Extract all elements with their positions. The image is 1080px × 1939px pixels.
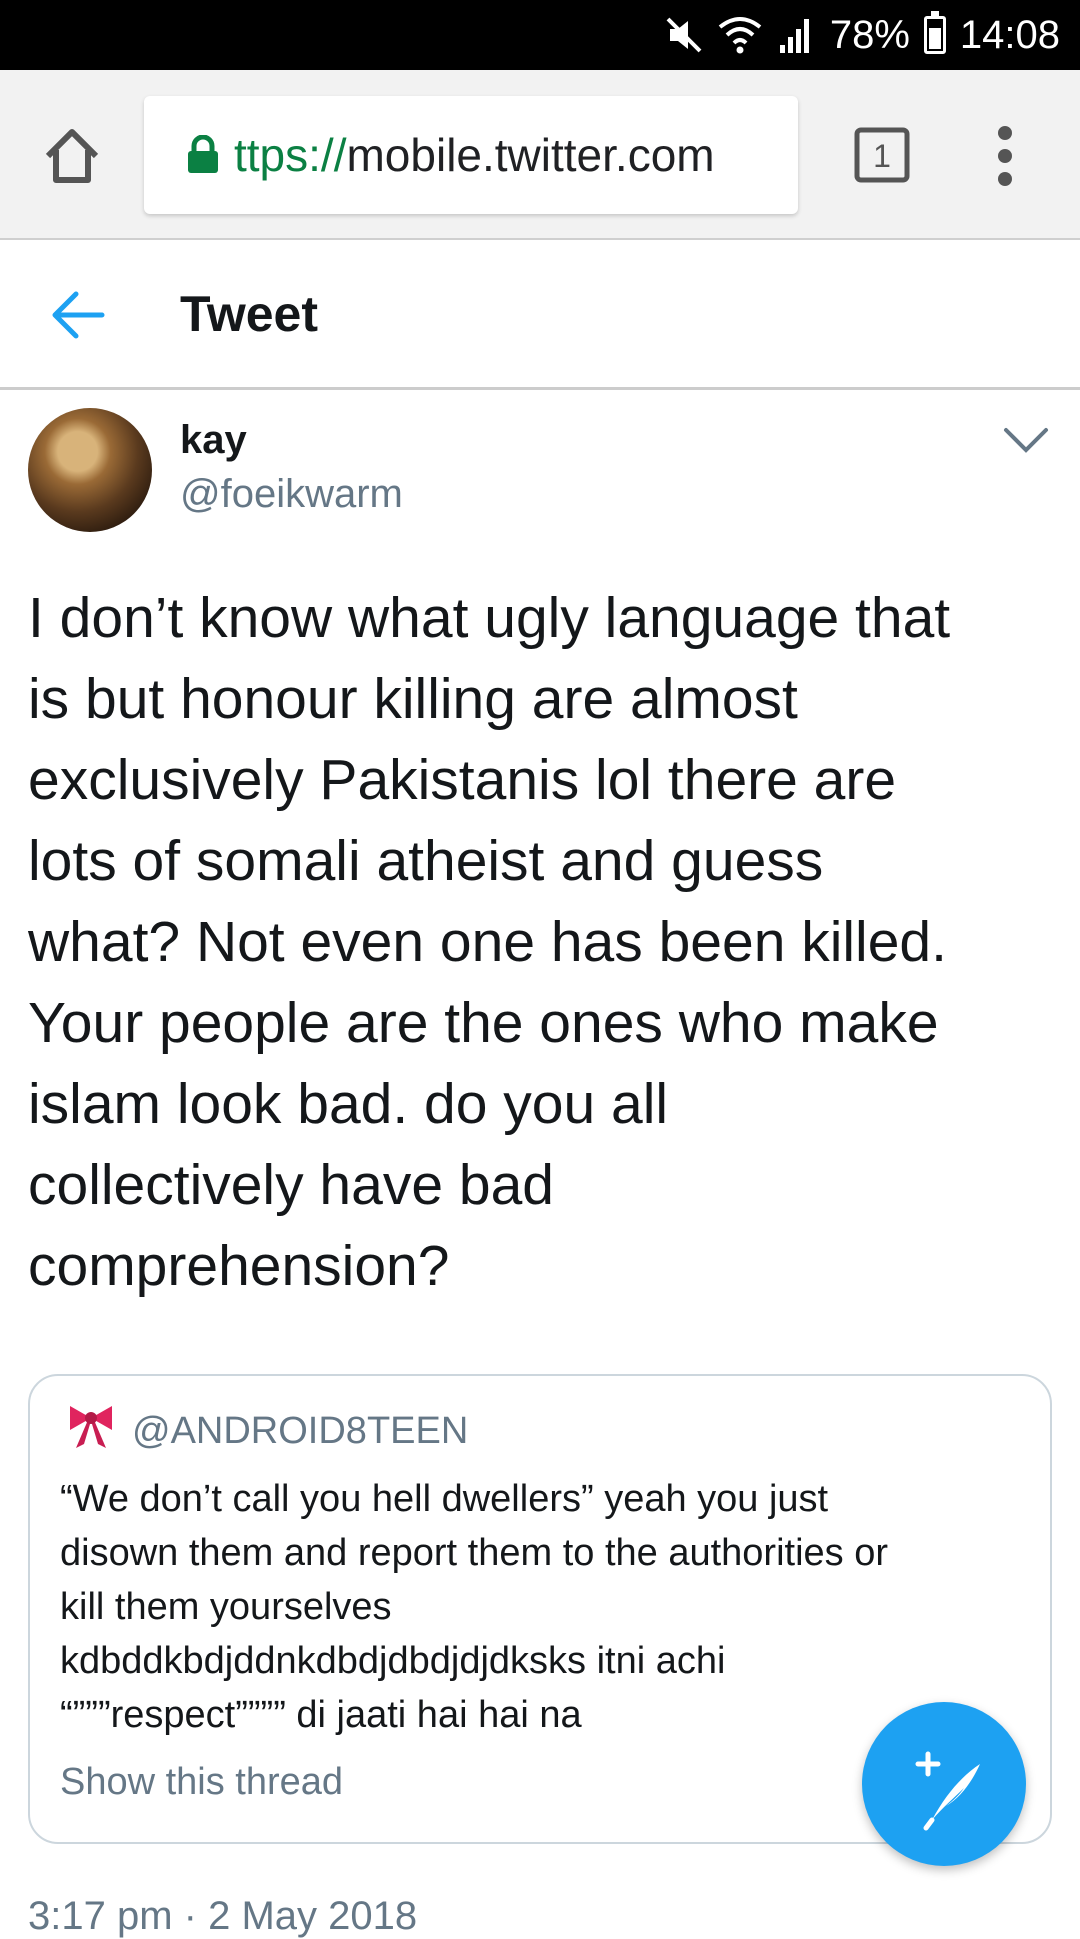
url-host: mobile.twitter.com [346, 129, 715, 181]
battery-icon [923, 11, 946, 54]
status-bar: 78% 14:08 [0, 0, 1080, 70]
tweet-text: I don’t know what ugly language that is … [28, 586, 951, 1298]
quoted-tweet-handle[interactable]: @ANDROID8TEEN [132, 1410, 468, 1453]
url-scheme: ttps:// [234, 129, 347, 181]
tab-count: 1 [873, 138, 891, 174]
battery-percent: 78% [829, 12, 910, 57]
url-text: ttps://mobile.twitter.com [234, 128, 715, 182]
signal-icon [776, 15, 816, 55]
back-arrow-icon[interactable] [50, 290, 106, 340]
overflow-menu-icon[interactable] [996, 125, 1014, 187]
wifi-icon [718, 15, 762, 55]
ribbon-bow-icon [66, 1404, 116, 1450]
author-display-name[interactable]: kay [180, 418, 247, 463]
clock: 14:08 [959, 12, 1060, 57]
mute-icon [664, 15, 704, 55]
author-handle[interactable]: @foeikwarm [180, 472, 403, 517]
browser-toolbar: ttps://mobile.twitter.com 1 [0, 70, 1080, 240]
address-bar[interactable]: ttps://mobile.twitter.com [144, 96, 798, 214]
compose-feather-icon [915, 1751, 980, 1831]
tabs-icon[interactable]: 1 [854, 127, 910, 183]
compose-tweet-button[interactable] [862, 1702, 1026, 1866]
chevron-down-icon[interactable] [1002, 424, 1050, 458]
page-header: Tweet [0, 240, 1080, 390]
page-title: Tweet [180, 286, 318, 342]
show-thread-link[interactable]: Show this thread [60, 1761, 343, 1804]
tweet-timestamp: 3:17 pm · 2 May 2018 [28, 1894, 418, 1938]
home-icon[interactable] [38, 122, 106, 190]
avatar[interactable] [28, 408, 152, 532]
lock-icon [186, 134, 220, 175]
